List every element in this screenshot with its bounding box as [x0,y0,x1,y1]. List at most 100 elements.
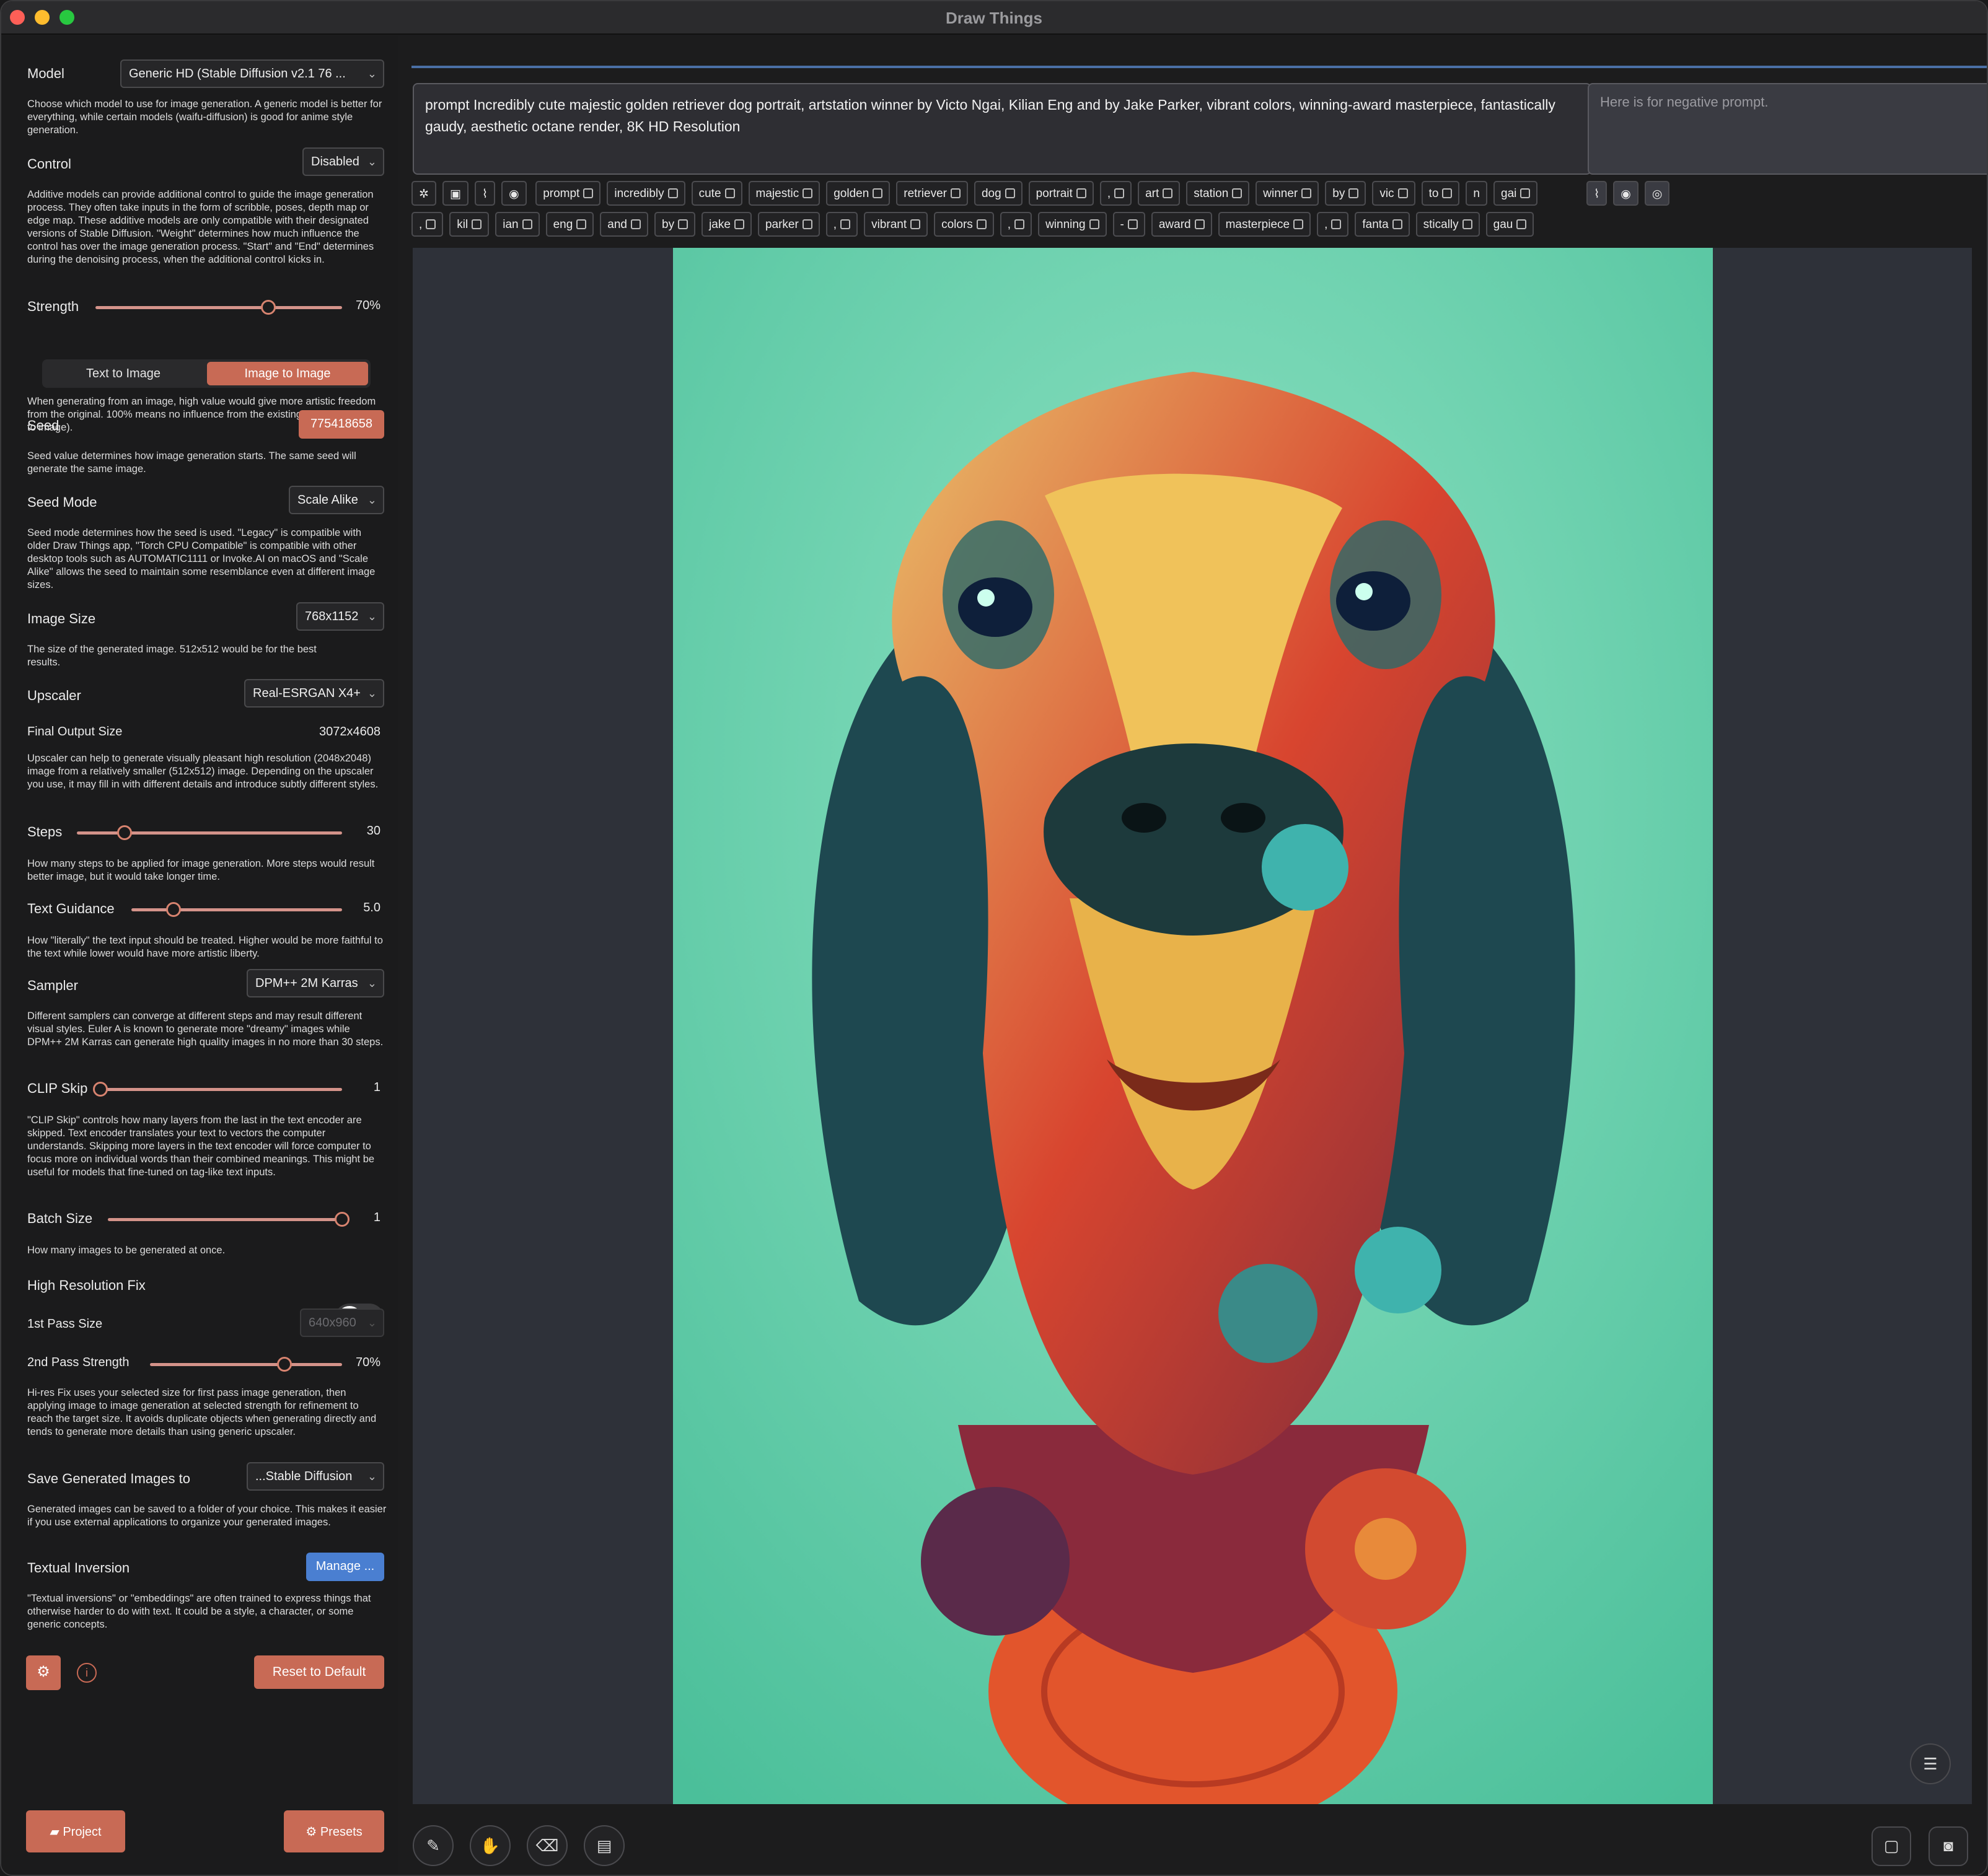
token-menu-icon[interactable] [1301,188,1312,198]
token-menu-icon[interactable] [1331,219,1342,229]
prompt-input[interactable]: prompt Incredibly cute majestic golden r… [413,83,1591,175]
strength-slider-track[interactable] [95,306,342,309]
prompt-token-chip[interactable]: , [1099,181,1132,206]
text-guidance-slider-thumb[interactable] [166,902,181,917]
prompt-token-chip[interactable]: eng [545,212,594,237]
token-menu-icon[interactable] [873,188,883,198]
token-menu-icon[interactable] [734,219,744,229]
prompt-token-chip[interactable]: gau [1485,212,1534,237]
token-menu-icon[interactable] [724,188,735,198]
prompt-token-chip[interactable]: vic [1372,181,1415,206]
paperclip-icon[interactable]: ⌇ [474,181,496,206]
prompt-token-chip[interactable]: award [1151,212,1212,237]
sampler-dropdown[interactable]: DPM++ 2M Karras ⌄ [247,969,384,997]
token-menu-icon[interactable] [1397,188,1408,198]
prompt-token-chip[interactable]: stically [1415,212,1480,237]
prompt-token-chip[interactable]: portrait [1028,181,1094,206]
text-to-image-tab[interactable]: Text to Image [45,362,202,385]
prompt-token-chip[interactable]: golden [826,181,891,206]
reset-to-default-button[interactable]: Reset to Default [254,1655,384,1689]
token-menu-icon[interactable] [1114,188,1125,198]
seed-mode-dropdown[interactable]: Scale Alike ⌄ [289,486,384,514]
prompt-token-chip[interactable]: , [825,212,858,237]
model-dropdown[interactable]: Generic HD (Stable Diffusion v2.1 76 ...… [120,59,384,88]
clip-skip-slider-track[interactable] [100,1088,342,1091]
prompt-token-chip[interactable]: kil [449,212,490,237]
token-menu-icon[interactable] [1520,188,1531,198]
token-menu-icon[interactable] [1127,219,1138,229]
prompt-token-chip[interactable]: to [1421,181,1460,206]
prompt-token-chip[interactable]: cute [691,181,742,206]
prompt-token-chip[interactable]: winner [1256,181,1319,206]
second-pass-slider-track[interactable] [150,1363,342,1366]
token-menu-icon[interactable] [803,188,813,198]
prompt-token-chip[interactable]: art [1138,181,1181,206]
prompt-token-chip[interactable]: ian [495,212,540,237]
sparkle-icon[interactable]: ✲ [411,181,436,206]
token-menu-icon[interactable] [583,188,594,198]
token-menu-icon[interactable] [472,219,482,229]
token-menu-icon[interactable] [678,219,688,229]
token-menu-icon[interactable] [1392,219,1402,229]
note-icon[interactable]: ▢ [1871,1826,1911,1866]
seed-field[interactable]: 775418658 [299,410,384,439]
token-menu-icon[interactable] [667,188,678,198]
target-icon[interactable]: ◎ [1644,181,1670,206]
settings-chip-icon[interactable]: ⚙ [26,1655,61,1690]
save-folder-dropdown[interactable]: ...Stable Diffusion ⌄ [247,1462,384,1491]
token-menu-icon[interactable] [522,219,532,229]
prompt-token-chip[interactable]: prompt [535,181,601,206]
info-icon[interactable]: i [77,1663,97,1683]
image-size-dropdown[interactable]: 768x1152 ⌄ [296,602,384,631]
target-icon[interactable]: ◉ [501,181,527,206]
token-menu-icon[interactable] [1076,188,1086,198]
project-button[interactable]: ▰ Project [26,1810,125,1852]
hand-icon[interactable]: ✋ [470,1825,511,1866]
token-menu-icon[interactable] [1014,219,1025,229]
prompt-token-chip[interactable]: colors [934,212,994,237]
image-to-image-tab[interactable]: Image to Image [207,362,368,385]
prompt-token-chip[interactable]: fanta [1355,212,1410,237]
token-menu-icon[interactable] [1163,188,1173,198]
prompt-token-chip[interactable]: dog [974,181,1023,206]
upscaler-dropdown[interactable]: Real-ESRGAN X4+ ⌄ [244,679,384,708]
text-guidance-slider-track[interactable] [131,908,342,911]
prompt-token-chip[interactable]: , [411,212,444,237]
prompt-token-chip[interactable]: by [1325,181,1366,206]
token-menu-icon[interactable] [840,219,851,229]
token-menu-icon[interactable] [976,219,987,229]
image-icon[interactable]: ▣ [442,181,468,206]
negative-prompt-input[interactable]: Here is for negative prompt. [1588,83,1987,175]
layers-icon[interactable]: ☰ [1910,1743,1951,1784]
paint-roller-icon[interactable]: ▤ [584,1825,625,1866]
control-dropdown[interactable]: Disabled ⌄ [302,147,384,176]
token-menu-icon[interactable] [631,219,641,229]
token-menu-icon[interactable] [1232,188,1242,198]
prompt-token-chip[interactable]: masterpiece [1218,212,1311,237]
token-menu-icon[interactable] [1089,219,1099,229]
token-menu-icon[interactable] [1005,188,1015,198]
camera-icon[interactable]: ◙ [1929,1826,1968,1866]
prompt-token-chip[interactable]: incredibly [607,181,685,206]
prompt-token-chip[interactable]: and [600,212,648,237]
prompt-token-chip[interactable]: , [1317,212,1349,237]
token-menu-icon[interactable] [1348,188,1359,198]
prompt-token-chip[interactable]: n [1466,181,1487,206]
prompt-token-chip[interactable]: by [654,212,696,237]
token-menu-icon[interactable] [1194,219,1205,229]
token-menu-icon[interactable] [1462,219,1472,229]
prompt-token-chip[interactable]: , [1000,212,1032,237]
manage-textual-inversion-button[interactable]: Manage ... [306,1553,384,1581]
prompt-token-chip[interactable]: majestic [748,181,820,206]
clip-skip-slider-thumb[interactable] [93,1082,108,1097]
batch-size-slider-track[interactable] [108,1218,342,1221]
second-pass-slider-thumb[interactable] [277,1357,292,1372]
prompt-token-chip[interactable]: retriever [896,181,968,206]
token-menu-icon[interactable] [910,219,921,229]
prompt-token-chip[interactable]: station [1186,181,1250,206]
token-menu-icon[interactable] [1442,188,1453,198]
prompt-token-chip[interactable]: parker [757,212,820,237]
prompt-token-chip[interactable]: gai [1493,181,1538,206]
token-menu-icon[interactable] [950,188,961,198]
token-menu-icon[interactable] [426,219,436,229]
